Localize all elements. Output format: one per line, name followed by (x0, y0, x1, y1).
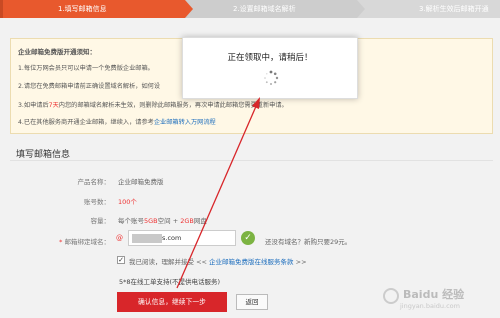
support-note: 5*8在线工单支持(不提供电话服务) (119, 278, 221, 286)
notice-line-3-rest: 内您的邮箱域名解析未生效，则删除此邮箱服务，再次申请此邮箱您需要重新申请。 (58, 102, 288, 109)
capacity-mid: 空间 + (157, 217, 181, 225)
transfer-process-link[interactable]: 企业邮箱转入万网流程 (154, 119, 216, 126)
product-name-value: 企业邮箱免费版 (118, 178, 164, 186)
domain-input-value: s.com (162, 234, 182, 242)
notice-days-highlight: 7天 (48, 102, 59, 109)
capacity-mail-size: 5GB (144, 217, 158, 225)
capacity-label: 容量： (90, 217, 111, 225)
baidu-paw-logo-icon (383, 288, 399, 304)
agree-terms-checkbox[interactable]: ✓ (117, 256, 125, 264)
service-terms-link[interactable]: 企业邮箱免费版在线服务条款 (209, 258, 294, 266)
notice-line-1: 1.每位万网会员只可以申请一个免费版企业邮箱。 (18, 65, 154, 72)
back-button[interactable]: 返回 (236, 294, 268, 310)
account-count-value: 100个 (118, 196, 137, 206)
form-section-title: 填写邮箱信息 (16, 150, 71, 160)
step-3-mailbox-activated: 3.解析生效后邮箱开通 (357, 0, 500, 18)
domain-input[interactable]: s.com (128, 230, 236, 246)
step-2-set-domain-resolution: 2.设置邮箱域名解析 (185, 0, 365, 18)
account-count-number: 100个 (118, 198, 137, 206)
notice-line-2: 2.请您在免费邮箱申请前正确设置域名解析，如何设 (18, 81, 160, 90)
confirm-next-button[interactable]: 确认信息，继续下一步 (117, 292, 227, 312)
agree-close: >> (295, 258, 307, 266)
redacted-domain-prefix (132, 234, 162, 243)
required-marker: * (59, 238, 63, 246)
loading-message: 正在领取中，请稍后！ (227, 53, 313, 63)
step-3-label: 3.解析生效后邮箱开通 (419, 5, 489, 13)
at-symbol: @ (116, 234, 123, 242)
notice-line-3-prefix: 3.如申请后 (18, 102, 49, 109)
step-1-fill-mailbox-info: 1.填写邮箱信息 (0, 0, 193, 18)
capacity-value: 每个账号5GB空间 + 2GB网盘 (118, 215, 207, 225)
watermark-brand: Baidu 经验 (403, 288, 465, 301)
watermark-url: jingyan.baidu.com (400, 302, 460, 310)
loading-dialog: 正在领取中，请稍后！ (182, 37, 358, 99)
notice-line-2-text: 2.请您在免费邮箱申请前正确设置域名解析，如何设 (18, 83, 161, 90)
account-count-label: 账号数： (84, 198, 110, 206)
capacity-suffix: 网盘 (193, 217, 207, 225)
notice-title: 企业邮箱免费版开通须知： (18, 48, 96, 56)
capacity-disk-size: 2GB (180, 217, 194, 225)
domain-label-text: 邮箱绑定域名： (64, 238, 111, 246)
step-1-label: 1.填写邮箱信息 (58, 5, 107, 13)
capacity-prefix: 每个账号 (118, 217, 144, 225)
section-divider (10, 160, 493, 161)
check-ok-icon: ✓ (241, 231, 255, 245)
agree-prefix: 我已阅读，理解并接受 << (129, 258, 207, 266)
agree-terms-text: 我已阅读，理解并接受 << 企业邮箱免费版在线服务条款 >> (129, 256, 307, 266)
notice-line-4-text: 4.已在其他服务商开通企业邮箱，继续入，请参考 (18, 119, 154, 126)
step-2-label: 2.设置邮箱域名解析 (233, 5, 296, 13)
notice-line-4: 4.已在其他服务商开通企业邮箱，继续入，请参考企业邮箱转入万网流程 (18, 117, 216, 126)
buy-domain-link[interactable]: 还没有域名？新购只要29元。 (265, 236, 351, 246)
product-name-label: 产品名称： (77, 178, 111, 186)
notice-line-3: 3.如申请后7天内您的邮箱域名解析未生效，则删除此邮箱服务，再次申请此邮箱您需要… (18, 100, 288, 109)
loading-spinner-icon (264, 70, 279, 85)
domain-label: * 邮箱绑定域名： (0, 236, 110, 246)
step-progress-bar: 1.填写邮箱信息 2.设置邮箱域名解析 3.解析生效后邮箱开通 (0, 0, 500, 18)
